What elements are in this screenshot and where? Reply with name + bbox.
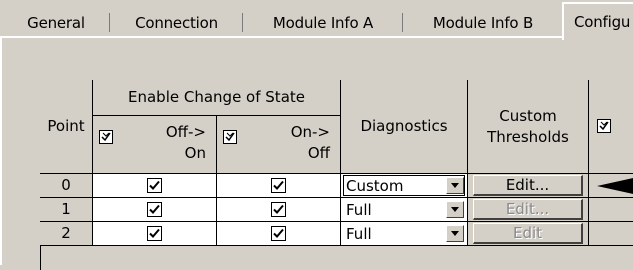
diagnostics-value: Custom [346,176,404,195]
table-cell-on-off [217,222,341,246]
table-cell-next [589,174,633,198]
chevron-down-icon[interactable] [446,177,464,194]
header-enable-cos-label: Enable Change of State [128,88,305,106]
tab-baseline [0,36,562,38]
tab-general[interactable]: General [2,7,110,38]
table-cell-next [589,222,633,246]
chevron-down-icon[interactable] [446,201,464,218]
row-point-2: 2 [40,222,93,246]
table-cell-diagnostics: Custom [341,174,468,198]
table-cell-diagnostics: Full [341,198,468,222]
row-point-2-label: 2 [61,224,71,242]
table-cell-next [589,198,633,222]
edit-thresholds-label: Edit... [505,175,550,194]
on-off-checkbox[interactable] [271,178,286,193]
table-cell-thresholds: Edit... [468,198,589,222]
arrow-left-icon [597,178,633,194]
off-on-checkbox[interactable] [147,178,162,193]
tab-general-label: General [27,13,85,32]
row-point-0: 0 [40,174,93,198]
tab-configuration[interactable]: Configu [562,2,633,40]
table-cell-off-on [93,174,217,198]
edit-thresholds-label: Edit... [505,199,550,218]
header-on-off-label: On-> Off [290,123,330,162]
row-point-0-label: 0 [61,176,71,194]
tab-module-info-a-label: Module Info A [272,13,374,32]
tab-connection-label: Connection [135,13,218,32]
table-cell-off-on [93,198,217,222]
header-custom-thresholds-label: Custom Thresholds [487,106,569,146]
tab-configuration-label: Configu [574,13,631,31]
table-cell-off-on [93,222,217,246]
table-cell-on-off [217,198,341,222]
edit-thresholds-button[interactable]: Edit... [473,175,583,196]
diagnostics-select[interactable]: Full [344,223,464,244]
edit-thresholds-label: Edit [512,223,543,242]
header-point-label: Point [47,117,85,135]
sort-checkbox-icon[interactable] [99,130,113,144]
on-off-checkbox[interactable] [271,202,286,217]
tab-strip: General Connection Module Info A Module … [0,0,633,40]
off-on-checkbox[interactable] [147,202,162,217]
row-point-1: 1 [40,198,93,222]
edit-thresholds-button[interactable]: Edit [473,223,583,244]
header-enable-cos: Enable Change of State [93,80,341,116]
diagnostics-select[interactable]: Custom [343,175,465,196]
header-diagnostics-label: Diagnostics [360,117,448,135]
row-point-1-label: 1 [61,200,71,218]
tab-connection[interactable]: Connection [110,7,243,38]
header-off-on[interactable]: Off-> On [93,116,217,174]
header-off-on-label: Off-> On [165,123,206,162]
diagnostics-value: Full [346,200,372,219]
table-cell-diagnostics: Full [341,222,468,246]
header-on-off[interactable]: On-> Off [217,116,341,174]
sort-checkbox-icon[interactable] [597,119,611,133]
sort-checkbox-icon[interactable] [223,130,237,144]
table-cell-thresholds: Edit [468,222,589,246]
diagnostics-select[interactable]: Full [344,199,464,220]
tab-module-info-b-label: Module Info B [432,13,534,32]
tab-module-info-a[interactable]: Module Info A [243,7,403,38]
off-on-checkbox[interactable] [147,226,162,241]
table-cell-on-off [217,174,341,198]
header-custom-thresholds: Custom Thresholds [468,80,589,174]
header-point: Point [40,80,93,174]
edit-thresholds-button[interactable]: Edit... [473,199,583,220]
header-diagnostics: Diagnostics [341,80,468,174]
page-border [0,38,2,265]
header-next-column [589,80,633,174]
on-off-checkbox[interactable] [271,226,286,241]
diagnostics-value: Full [346,224,372,243]
tab-module-info-b[interactable]: Module Info B [403,7,563,38]
table-cell-thresholds: Edit... [468,174,589,198]
chevron-down-icon[interactable] [446,225,464,242]
